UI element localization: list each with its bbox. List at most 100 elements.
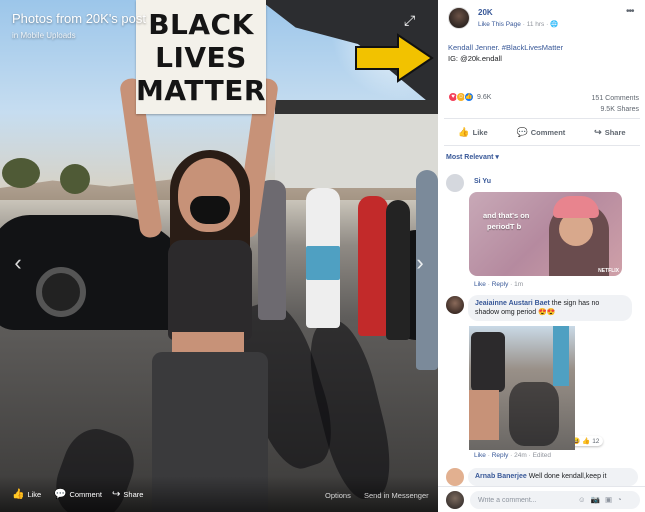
viewer-footer: 👍 Like 💬 Comment ↪ Share Options Send in… [0,476,438,512]
gif-swim-cap [553,196,599,218]
like-button[interactable]: 👍 Like [458,127,487,138]
comment-label: Comment [530,127,566,137]
commenter-avatar[interactable] [446,296,464,314]
commenter-avatar[interactable] [446,174,464,192]
comment-time[interactable]: 1m [514,281,523,288]
viewer-title: Photos from 20K's post [12,11,146,26]
viewer-share-label: Share [123,490,144,499]
comment-author-name[interactable]: Jeaiainne Austari Baet [475,300,550,307]
post-meta: Like This Page · 11 hrs · 🌐 [478,20,558,28]
comment-bubble: Arnab Banerjee Well done kendall,keep it [468,468,638,486]
shares-count[interactable]: 9.5K Shares [592,104,639,115]
comment-like-link[interactable]: Like [474,452,486,459]
send-in-messenger-link[interactable]: Send in Messenger [364,491,429,500]
sheer-top [168,240,252,340]
comment-icon: 💬 [54,489,67,500]
photo-figure [471,332,505,392]
comment-meta: Like · Reply · 24m · Edited [474,452,551,459]
globe-icon: 🌐 [550,21,559,28]
share-label: Share [604,127,626,137]
viewer-comment-label: Comment [69,490,102,499]
viewer-share-button[interactable]: ↪ Share [112,489,143,500]
caption-line: IG: @20k.endall [448,54,502,63]
sign-line: LIVES [155,40,247,74]
comment-reaction-count: 12 [592,437,600,445]
viewer-album[interactable]: in Mobile Uploads [12,31,76,40]
car-wheel [36,267,86,317]
face-mask [190,196,230,224]
photo-shadow [509,382,559,446]
comment-like-link[interactable]: Like [474,281,486,288]
tree [60,164,90,194]
composer-tools: ☺ 📷 ▣ ◔ [578,495,622,504]
like-reaction-icon: 👍 [582,438,591,445]
bystander [358,196,388,336]
share-button[interactable]: ↪ Share [594,127,625,138]
sticker-icon[interactable]: ◔ [617,495,622,504]
tree [2,158,40,188]
current-user-avatar [446,491,464,509]
more-options-icon[interactable]: ••• [626,6,634,17]
post-stats: 151 Comments 9.5K Shares [592,93,639,115]
comment-text: Well done kendall,keep it [528,473,607,480]
bystander [258,180,286,320]
next-photo-icon[interactable]: › [410,248,430,278]
post-header: 20K Like This Page · 11 hrs · 🌐 ••• [438,0,645,36]
thumbs-up-icon: 👍 [12,489,25,500]
like-label: Like [472,127,488,137]
comment-icon: 💬 [516,126,528,137]
like-reaction-icon: 👍 [464,92,474,102]
comment-author-name[interactable]: Si Yu [474,178,491,185]
gif-caption: and that's on periodT b [483,210,529,232]
reaction-summary[interactable]: ♥ ☺ 👍 9.6K [448,92,491,102]
gif-icon[interactable]: ▣ [605,495,612,504]
chevron-down-icon: ▾ [495,154,499,161]
comment-reply-link[interactable]: Reply [492,281,509,288]
share-icon: ↪ [112,489,121,500]
like-page-link[interactable]: Like This Page [478,21,521,28]
post-time[interactable]: 11 hrs [527,21,545,28]
expand-icon[interactable]: ⤢ [404,12,422,30]
sign-line: MATTER [136,73,266,107]
reaction-count: 9.6K [477,93,492,101]
viewer-like-button[interactable]: 👍 Like [12,489,41,500]
viewer-comment-button[interactable]: 💬 Comment [54,489,102,500]
comment-meta: Like · Reply · 1m [474,281,524,288]
comment-time[interactable]: 24m [514,452,527,459]
comment-button[interactable]: 💬 Comment [517,127,566,138]
comment-photo[interactable] [469,326,575,450]
comment-reply-link[interactable]: Reply [492,452,509,459]
gif-watermark: NETFLIX [598,268,619,274]
protest-sign: BLACK LIVES MATTER [136,0,266,114]
page-avatar[interactable] [448,7,470,29]
bystander [386,200,410,340]
comment-gif[interactable]: and that's on periodT b NETFLIX [469,192,622,276]
comment-composer: ☺ 📷 ▣ ◔ [438,486,645,512]
sign-line: BLACK [148,7,254,41]
gif-caption-line: periodT b [487,222,522,231]
comments-count[interactable]: 151 Comments [592,93,639,104]
previous-photo-icon[interactable]: ‹ [8,248,28,278]
page-name[interactable]: 20K [478,8,493,17]
caption-line[interactable]: Kendall Jenner. #BlackLivesMatter [448,42,563,53]
comment-bubble: Jeaiainne Austari Baet the sign has no s… [468,295,632,321]
post-actions: 👍 Like 💬 Comment ↪ Share [444,118,640,146]
thumbs-up-icon: 👍 [458,126,470,137]
bystander-shorts [306,246,340,280]
building [275,100,438,188]
viewer-like-label: Like [27,490,42,499]
post-caption: Kendall Jenner. #BlackLivesMatter IG: @2… [448,42,563,64]
comment-author: Si Yu [474,178,491,185]
gif-caption-line: and that's on [483,211,530,220]
options-link[interactable]: Options [325,491,351,500]
camera-icon[interactable]: 📷 [591,495,600,504]
emoji-icon[interactable]: ☺ [578,495,586,504]
comment-author-name[interactable]: Arnab Banerjee [475,473,527,480]
annotation-arrow-icon [355,33,434,83]
share-icon: ↪ [594,126,602,137]
sort-label: Most Relevant [446,154,494,161]
comment-sort-dropdown[interactable]: Most Relevant ▾ [446,153,499,161]
commenter-avatar[interactable] [446,468,464,486]
photo-bystander [553,326,569,386]
comment-edited[interactable]: Edited [533,452,551,459]
